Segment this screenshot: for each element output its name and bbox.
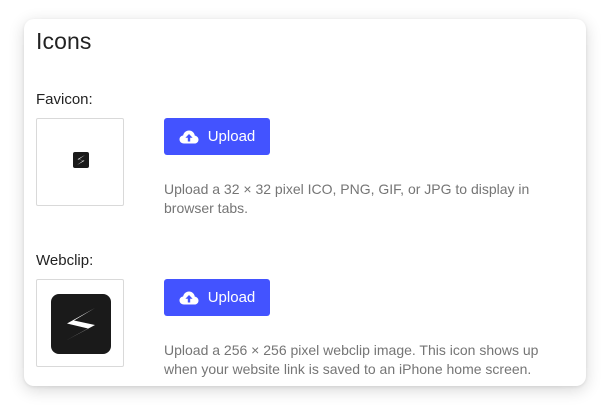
- cloud-upload-icon: [179, 130, 199, 143]
- favicon-preview: [36, 118, 124, 206]
- panel-title: Icons: [36, 28, 92, 54]
- webclip-upload-label: Upload: [207, 289, 256, 306]
- webclip-logo-icon: [51, 294, 111, 354]
- webclip-preview: [36, 279, 124, 367]
- favicon-label: Favicon:: [36, 91, 93, 108]
- icons-settings-panel: Icons Favicon: Upload Upload a 32 × 32 p…: [24, 19, 586, 386]
- favicon-upload-label: Upload: [207, 128, 256, 145]
- webclip-help-text: Upload a 256 × 256 pixel webclip image. …: [164, 342, 539, 377]
- favicon-upload-button[interactable]: Upload: [164, 118, 270, 155]
- webclip-label: Webclip:: [36, 252, 94, 269]
- webclip-upload-button[interactable]: Upload: [164, 279, 270, 316]
- favicon-help-text: Upload a 32 × 32 pixel ICO, PNG, GIF, or…: [164, 181, 530, 216]
- favicon-logo-icon: [73, 152, 89, 168]
- cloud-upload-icon: [179, 291, 199, 304]
